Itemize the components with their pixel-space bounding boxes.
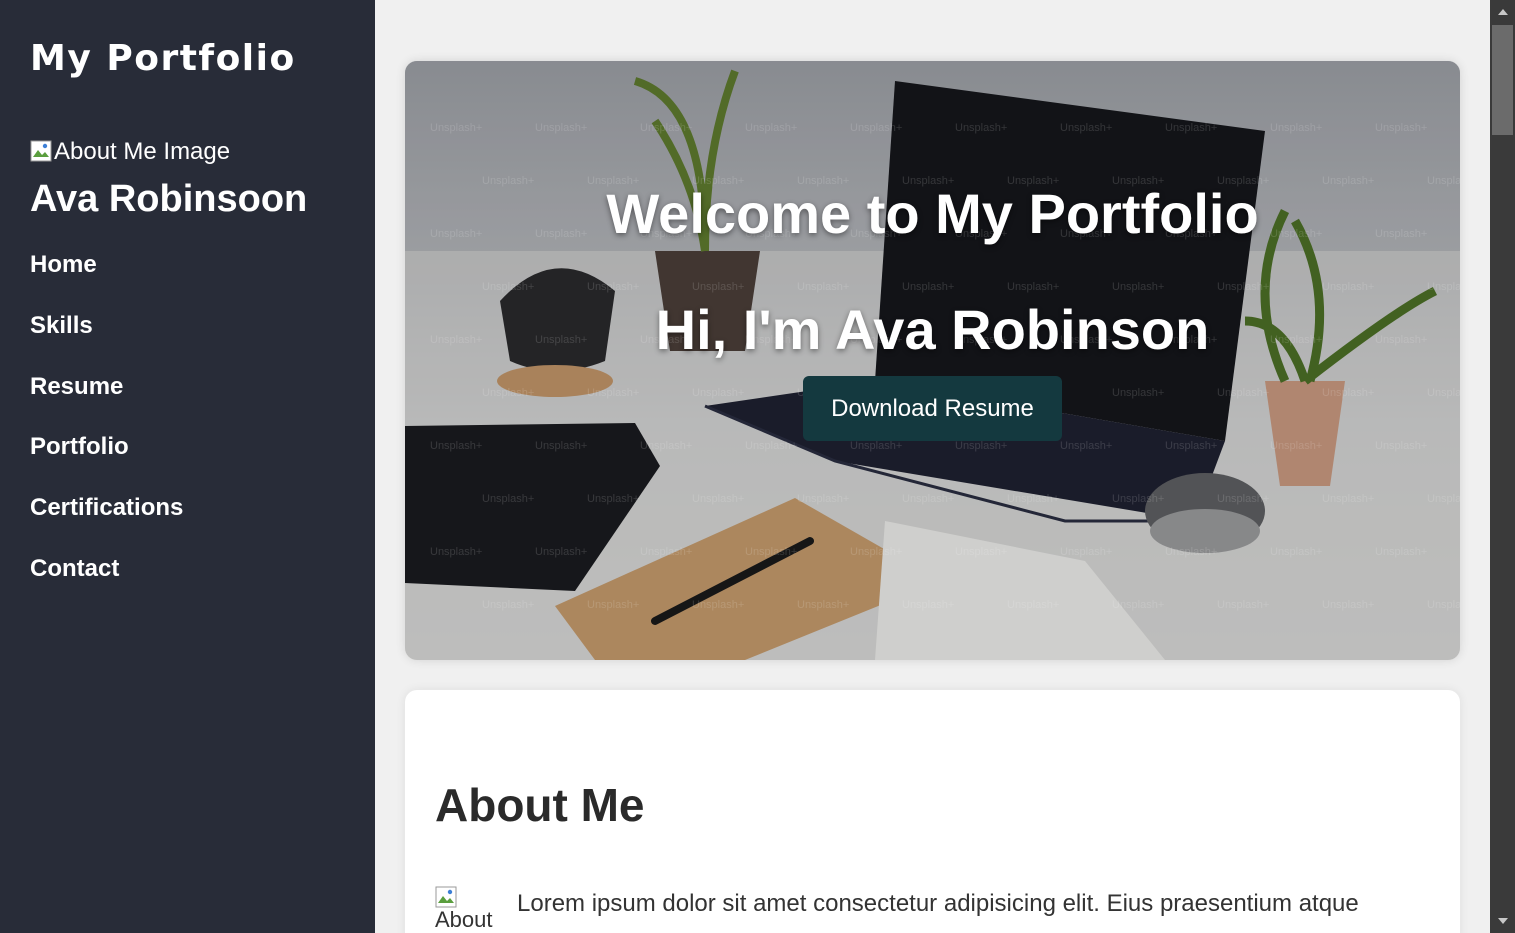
hero-watermark-text: Unsplash+ <box>535 546 587 558</box>
download-resume-button[interactable]: Download Resume <box>803 376 1062 441</box>
hero-watermark-text: Unsplash+ <box>955 546 1007 558</box>
scrollbar-thumb[interactable] <box>1492 25 1513 135</box>
hero-watermark-text: Unsplash+ <box>1270 440 1322 452</box>
hero-title: Welcome to My Portfolio <box>606 182 1259 245</box>
broken-image-icon <box>435 886 457 908</box>
hero-watermark-text: Unsplash+ <box>1375 122 1427 134</box>
hero-watermark-text: Unsplash+ <box>1322 599 1374 611</box>
nav-item-home[interactable]: Home <box>30 250 183 311</box>
hero-watermark-text: Unsplash+ <box>902 493 954 505</box>
hero-watermark-text: Unsplash+ <box>1322 493 1374 505</box>
hero-watermark-text: Unsplash+ <box>1427 599 1460 611</box>
hero-watermark-text: Unsplash+ <box>692 387 744 399</box>
hero-watermark-text: Unsplash+ <box>1322 387 1374 399</box>
hero-watermark-text: Unsplash+ <box>955 440 1007 452</box>
hero-watermark-text: Unsplash+ <box>482 599 534 611</box>
hero-watermark-text: Unsplash+ <box>430 440 482 452</box>
hero-watermark-text: Unsplash+ <box>850 440 902 452</box>
hero-watermark-text: Unsplash+ <box>640 546 692 558</box>
hero-watermark-text: Unsplash+ <box>1165 440 1217 452</box>
about-image-alt-text: About <box>435 907 493 932</box>
hero-watermark-text: Unsplash+ <box>1112 493 1164 505</box>
hero-watermark-text: Unsplash+ <box>850 546 902 558</box>
hero-watermark-text: Unsplash+ <box>1165 546 1217 558</box>
hero-watermark-text: Unsplash+ <box>692 599 744 611</box>
hero-watermark-text: Unsplash+ <box>902 599 954 611</box>
hero-watermark-text: Unsplash+ <box>1217 493 1269 505</box>
hero-watermark-text: Unsplash+ <box>535 122 587 134</box>
hero-watermark-text: Unsplash+ <box>587 281 639 293</box>
hero-watermark-text: Unsplash+ <box>1112 387 1164 399</box>
hero-watermark-text: Unsplash+ <box>1270 546 1322 558</box>
hero-watermark-text: Unsplash+ <box>587 599 639 611</box>
hero-watermark-text: Unsplash+ <box>1165 122 1217 134</box>
hero-watermark-text: Unsplash+ <box>430 546 482 558</box>
broken-image-icon <box>30 140 52 162</box>
sidebar: My Portfolio About Me Image Ava Robinsoo… <box>0 0 375 933</box>
scroll-down-arrow-icon[interactable] <box>1490 909 1515 933</box>
hero-watermark-text: Unsplash+ <box>902 281 954 293</box>
hero-watermark-text: Unsplash+ <box>1375 440 1427 452</box>
hero-watermark-text: Unsplash+ <box>1217 281 1269 293</box>
nav-item-certifications[interactable]: Certifications <box>30 493 183 554</box>
hero-watermark-text: Unsplash+ <box>535 440 587 452</box>
hero-watermark-text: Unsplash+ <box>587 387 639 399</box>
hero-subtitle: Hi, I'm Ava Robinson <box>655 298 1210 361</box>
nav-item-contact[interactable]: Contact <box>30 554 183 615</box>
nav-item-skills[interactable]: Skills <box>30 311 183 372</box>
hero-watermark-text: Unsplash+ <box>430 122 482 134</box>
hero-watermark-text: Unsplash+ <box>640 122 692 134</box>
profile-image: About Me Image <box>30 138 230 166</box>
nav-item-portfolio[interactable]: Portfolio <box>30 432 183 493</box>
hero-watermark-text: Unsplash+ <box>745 546 797 558</box>
hero-watermark-text: Unsplash+ <box>482 493 534 505</box>
hero-watermark-text: Unsplash+ <box>1217 387 1269 399</box>
hero-watermark-text: Unsplash+ <box>482 387 534 399</box>
hero-watermark-text: Unsplash+ <box>1007 493 1059 505</box>
about-image: About <box>435 886 505 932</box>
hero-watermark-text: Unsplash+ <box>1060 440 1112 452</box>
hero-section: Unsplash+ Unsplash+ Unsplash+ Unsplash+ Unsp… <box>405 61 1460 660</box>
hero-watermark-text: Unsplash+ <box>1112 599 1164 611</box>
hero-watermark-text: Unsplash+ <box>1007 599 1059 611</box>
hero-watermark-text: Unsplash+ <box>692 493 744 505</box>
hero-watermark-text: Unsplash+ <box>850 122 902 134</box>
hero-watermark-text: Unsplash+ <box>797 599 849 611</box>
hero-watermark-text: Unsplash+ <box>745 440 797 452</box>
hero-watermark-text: Unsplash+ <box>587 493 639 505</box>
hero-watermark-text: Unsplash+ <box>1060 122 1112 134</box>
about-section: About Me About Lorem ipsum dolor sit ame… <box>405 690 1460 933</box>
sidebar-nav: Home Skills Resume Portfolio Certificati… <box>30 250 183 615</box>
hero-watermark-text: Unsplash+ <box>1270 122 1322 134</box>
hero-watermark-text: Unsplash+ <box>1427 281 1460 293</box>
scroll-up-arrow-icon[interactable] <box>1490 0 1515 24</box>
hero-watermark-text: Unsplash+ <box>692 281 744 293</box>
hero-watermark-text: Unsplash+ <box>1322 281 1374 293</box>
hero-watermark-text: Unsplash+ <box>955 122 1007 134</box>
hero-watermark-text: Unsplash+ <box>1112 281 1164 293</box>
hero-watermark-text: Unsplash+ <box>1427 493 1460 505</box>
about-title: About Me <box>435 779 645 831</box>
hero-watermark-text: Unsplash+ <box>1060 546 1112 558</box>
hero-watermark-text: Unsplash+ <box>797 281 849 293</box>
profile-name: Ava Robinsoon <box>30 178 308 220</box>
about-text: Lorem ipsum dolor sit amet consectetur a… <box>517 890 1359 917</box>
vertical-scrollbar[interactable] <box>1490 0 1515 933</box>
hero-watermark-text: Unsplash+ <box>1375 546 1427 558</box>
hero-watermark-text: Unsplash+ <box>1217 599 1269 611</box>
hero-watermark-text: Unsplash+ <box>1427 387 1460 399</box>
site-brand: My Portfolio <box>30 38 296 79</box>
hero-watermark-text: Unsplash+ <box>797 493 849 505</box>
hero-watermark-text: Unsplash+ <box>745 122 797 134</box>
hero-watermark-text: Unsplash+ <box>482 281 534 293</box>
nav-item-resume[interactable]: Resume <box>30 372 183 433</box>
main-content: Unsplash+ Unsplash+ Unsplash+ Unsplash+ Unsp… <box>375 0 1490 933</box>
hero-watermark-text: Unsplash+ <box>1007 281 1059 293</box>
hero-watermark-text: Unsplash+ <box>640 440 692 452</box>
profile-image-alt-text: About Me Image <box>54 138 231 165</box>
